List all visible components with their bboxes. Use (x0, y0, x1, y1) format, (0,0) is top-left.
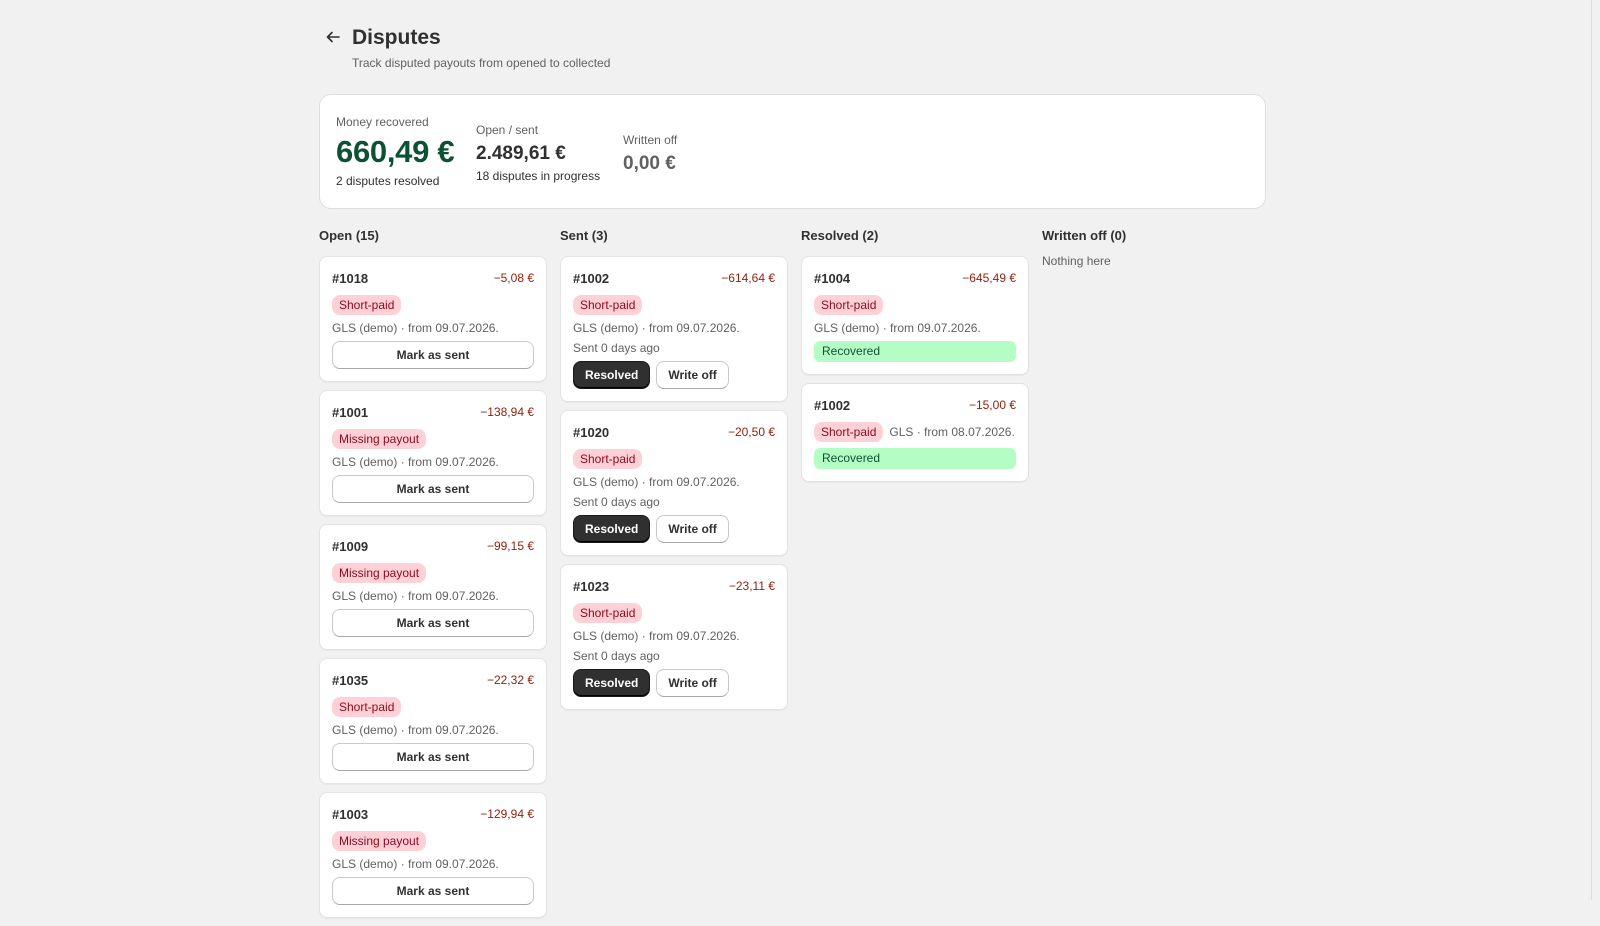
stat-label: Written off (623, 133, 678, 147)
dispute-amount: −15,00 € (968, 398, 1016, 412)
back-button[interactable] (322, 26, 344, 48)
column-resolved: Resolved (2) #1004 −645,49 € Short-paid G… (801, 228, 1029, 490)
carrier-meta: GLS · from 08.07.2026. (889, 425, 1015, 439)
column-title: Written off (0) (1042, 228, 1127, 243)
resolved-button[interactable]: Resolved (573, 669, 651, 697)
reason-badge: Short-paid (332, 295, 402, 315)
reason-badge: Short-paid (573, 603, 643, 623)
reason-badge: Short-paid (332, 697, 402, 717)
dispute-card: #1004 −645,49 € Short-paid GLS (demo) · f… (801, 256, 1029, 375)
order-id: #1020 (573, 424, 610, 440)
dispute-amount: −23,11 € (728, 579, 775, 593)
carrier-meta: GLS (demo) · from 09.07.2026. (332, 589, 499, 603)
carrier-meta: GLS (demo) · from 09.07.2026. (573, 475, 740, 489)
sent-age: Sent 0 days ago (573, 649, 660, 663)
stat-open-sent: Open / sent 2.489,61 € 18 disputes in pr… (476, 123, 600, 183)
arrow-left-icon (326, 31, 340, 43)
stat-label: Money recovered (336, 115, 429, 129)
resolved-button[interactable]: Resolved (573, 361, 651, 389)
dispute-card: #1023 −23,11 € Short-paid GLS (demo) · fr… (560, 564, 788, 710)
mark-as-sent-button[interactable]: Mark as sent (332, 743, 534, 771)
column-open: Open (15) #1018 −5,08 € Short-paid GLS (d… (319, 228, 547, 926)
order-id: #1035 (332, 672, 369, 688)
dispute-card: #1001 −138,94 € Missing payout GLS (demo)… (319, 390, 547, 516)
column-title: Resolved (2) (801, 228, 879, 243)
scrollbar-track (1591, 0, 1592, 900)
write-off-button[interactable]: Write off (656, 515, 729, 543)
page-subtitle: Track disputed payouts from opened to co… (352, 56, 611, 70)
order-id: #1002 (814, 397, 851, 413)
summary-card: Money recovered 660,49 € 2 disputes reso… (319, 94, 1266, 209)
dispute-card: #1002 −15,00 € Short-paid GLS · from 08.0… (801, 383, 1029, 482)
column-title: Open (15) (319, 228, 379, 243)
order-id: #1004 (814, 270, 851, 286)
sent-age: Sent 0 days ago (573, 495, 660, 509)
reason-badge: Missing payout (332, 429, 427, 449)
carrier-meta: GLS (demo) · from 09.07.2026. (332, 723, 499, 737)
dispute-card: #1035 −22,32 € Short-paid GLS (demo) · fr… (319, 658, 547, 784)
dispute-amount: −138,94 € (480, 405, 534, 419)
sent-age: Sent 0 days ago (573, 341, 660, 355)
dispute-card: #1009 −99,15 € Missing payout GLS (demo) … (319, 524, 547, 650)
recovered-status: Recovered (814, 341, 1016, 362)
carrier-meta: GLS (demo) · from 09.07.2026. (332, 455, 499, 469)
stat-written-off: Written off 0,00 € (623, 133, 677, 175)
column-written-off: Written off (0) Nothing here (1042, 228, 1270, 268)
page-scrollbar[interactable] (1588, 0, 1600, 900)
dispute-amount: −22,32 € (486, 673, 534, 687)
empty-state: Nothing here (1042, 254, 1111, 268)
write-off-button[interactable]: Write off (656, 361, 729, 389)
stat-money-recovered: Money recovered 660,49 € 2 disputes reso… (336, 115, 455, 188)
order-id: #1018 (332, 270, 369, 286)
carrier-meta: GLS (demo) · from 09.07.2026. (573, 321, 740, 335)
write-off-button[interactable]: Write off (656, 669, 729, 697)
reason-badge: Short-paid (814, 422, 884, 442)
stat-label: Open / sent (476, 123, 539, 137)
stat-subtext: 18 disputes in progress (476, 169, 601, 183)
stat-value: 0,00 € (623, 153, 676, 174)
dispute-card: #1020 −20,50 € Short-paid GLS (demo) · fr… (560, 410, 788, 556)
reason-badge: Short-paid (814, 295, 884, 315)
resolved-button[interactable]: Resolved (573, 515, 651, 543)
dispute-amount: −129,94 € (480, 807, 534, 821)
dispute-amount: −645,49 € (962, 271, 1016, 285)
dispute-amount: −614,64 € (721, 271, 775, 285)
carrier-meta: GLS (demo) · from 09.07.2026. (573, 629, 740, 643)
stat-value: 2.489,61 € (476, 143, 566, 164)
stat-subtext: 2 disputes resolved (336, 174, 440, 188)
reason-badge: Missing payout (332, 563, 427, 583)
reason-badge: Missing payout (332, 831, 427, 851)
mark-as-sent-button[interactable]: Mark as sent (332, 475, 534, 503)
mark-as-sent-button[interactable]: Mark as sent (332, 341, 534, 369)
column-sent: Sent (3) #1002 −614,64 € Short-paid GLS (… (560, 228, 788, 718)
mark-as-sent-button[interactable]: Mark as sent (332, 877, 534, 905)
page-title: Disputes (352, 26, 441, 49)
order-id: #1023 (573, 578, 610, 594)
order-id: #1002 (573, 270, 610, 286)
recovered-status: Recovered (814, 448, 1016, 469)
column-title: Sent (3) (560, 228, 608, 243)
dispute-amount: −99,15 € (486, 539, 534, 553)
page-header: Disputes Track disputed payouts from ope… (319, 20, 919, 80)
carrier-meta: GLS (demo) · from 09.07.2026. (814, 321, 981, 335)
dispute-amount: −5,08 € (493, 271, 534, 285)
order-id: #1003 (332, 806, 369, 822)
mark-as-sent-button[interactable]: Mark as sent (332, 609, 534, 637)
reason-badge: Short-paid (573, 295, 643, 315)
carrier-meta: GLS (demo) · from 09.07.2026. (332, 857, 499, 871)
order-id: #1001 (332, 404, 369, 420)
dispute-card: #1003 −129,94 € Missing payout GLS (demo)… (319, 792, 547, 918)
stat-value: 660,49 € (336, 134, 455, 169)
dispute-card: #1018 −5,08 € Short-paid GLS (demo) · fro… (319, 256, 547, 382)
order-id: #1009 (332, 538, 369, 554)
dispute-card: #1002 −614,64 € Short-paid GLS (demo) · f… (560, 256, 788, 402)
dispute-amount: −20,50 € (727, 425, 775, 439)
carrier-meta: GLS (demo) · from 09.07.2026. (332, 321, 499, 335)
reason-badge: Short-paid (573, 449, 643, 469)
